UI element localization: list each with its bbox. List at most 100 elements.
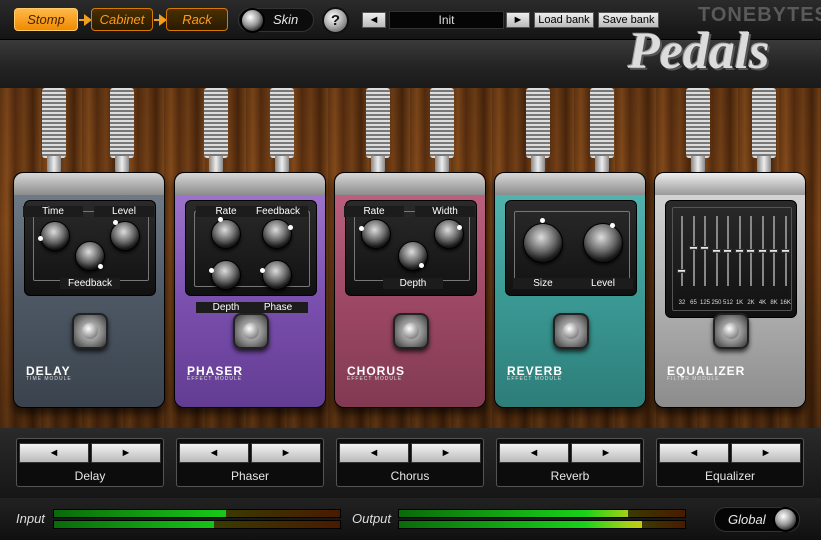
- eq-slider-thumb[interactable]: [780, 249, 790, 253]
- knob-label-width: Width: [415, 206, 475, 217]
- eq-slider-thumb[interactable]: [734, 249, 744, 253]
- pedal-subtitle: EFFECT MODULE: [187, 376, 243, 382]
- depth-knob[interactable]: [211, 260, 241, 290]
- knob-indicator: [98, 264, 103, 269]
- knob-label-feedback: Feedback: [60, 278, 120, 289]
- level-knob[interactable]: [583, 223, 623, 263]
- rate-knob[interactable]: [211, 219, 241, 249]
- global-label: Global: [728, 512, 766, 527]
- stomp-switch-chorus[interactable]: [393, 313, 429, 349]
- size-knob[interactable]: [523, 223, 563, 263]
- slot-next-button[interactable]: ►: [91, 443, 161, 463]
- level-knob[interactable]: [110, 221, 140, 251]
- help-button[interactable]: ?: [322, 7, 349, 34]
- output-label: Output: [352, 511, 392, 526]
- eq-slider-thumb[interactable]: [688, 245, 698, 250]
- width-knob[interactable]: [434, 219, 464, 249]
- slot-reverb: ◄ ► Reverb: [496, 438, 644, 487]
- phase-knob[interactable]: [262, 260, 292, 290]
- output-jack: [268, 88, 296, 174]
- rack-button[interactable]: Rack: [166, 8, 228, 31]
- product-logo: Pedals: [628, 23, 770, 80]
- eq-slider-thumb[interactable]: [677, 268, 686, 273]
- stomp-switch-delay[interactable]: [72, 313, 108, 349]
- global-knob[interactable]: [773, 507, 798, 532]
- cabinet-button[interactable]: Cabinet: [91, 8, 153, 31]
- control-panel: Rate Feedback Depth Phase: [185, 200, 317, 313]
- knob-indicator: [209, 268, 214, 273]
- knob-label-feedback: Feedback: [248, 206, 308, 217]
- input-label: Input: [16, 511, 45, 526]
- stomp-button[interactable]: Stomp: [14, 8, 78, 31]
- slot-next-button[interactable]: ►: [731, 443, 801, 463]
- knob-label-rate: Rate: [196, 206, 256, 217]
- eq-slider-track[interactable]: [704, 216, 706, 286]
- slot-chorus: ◄ ► Chorus: [336, 438, 484, 487]
- input-jack: [40, 88, 68, 174]
- meter-unlit: [642, 521, 685, 528]
- pedal-delay: Time Level Feedback DELAY TIME MODULE: [13, 172, 165, 408]
- pedal-subtitle: FILTER MODULE: [667, 376, 720, 382]
- slot-label: Chorus: [390, 469, 430, 483]
- slot-delay: ◄ ► Delay: [16, 438, 164, 487]
- meter-unlit: [214, 521, 340, 528]
- eq-slider-track[interactable]: [681, 216, 683, 286]
- stomp-switch-phaser[interactable]: [233, 313, 269, 349]
- load-bank-button[interactable]: Load bank: [534, 12, 594, 28]
- output-jack: [108, 88, 136, 174]
- slot-prev-button[interactable]: ◄: [19, 443, 89, 463]
- eq-slider-thumb[interactable]: [700, 245, 709, 250]
- eq-slider-thumb[interactable]: [746, 249, 755, 253]
- knob-indicator: [288, 225, 293, 230]
- knob-indicator: [540, 218, 545, 223]
- slot-prev-button[interactable]: ◄: [659, 443, 729, 463]
- eq-slider-thumb[interactable]: [769, 249, 778, 253]
- input-jack: [202, 88, 230, 174]
- slot-next-button[interactable]: ►: [411, 443, 481, 463]
- knob-label-size: Size: [513, 278, 573, 289]
- eq-slider-thumb[interactable]: [711, 249, 721, 253]
- output-jack: [588, 88, 616, 174]
- output-jack: [750, 88, 778, 174]
- slot-label: Delay: [74, 469, 106, 483]
- stomp-switch-reverb[interactable]: [553, 313, 589, 349]
- knob-indicator: [610, 223, 615, 228]
- knob-indicator: [38, 236, 43, 241]
- slot-prev-button[interactable]: ◄: [499, 443, 569, 463]
- input-jack: [364, 88, 392, 174]
- preset-next-button[interactable]: ►: [506, 12, 530, 28]
- rate-knob[interactable]: [361, 219, 391, 249]
- knob-label-level: Level: [573, 278, 633, 289]
- knob-indicator: [419, 263, 424, 268]
- slot-next-button[interactable]: ►: [571, 443, 641, 463]
- slot-prev-button[interactable]: ◄: [179, 443, 249, 463]
- time-knob[interactable]: [40, 221, 70, 251]
- meter-bar: [0, 498, 821, 540]
- pedal-phaser: Rate Feedback Depth Phase PHASER EFFECT …: [174, 172, 326, 408]
- pedal-top-band: [655, 173, 805, 195]
- control-panel: Rate Width Depth: [344, 200, 477, 296]
- slot-next-button[interactable]: ►: [251, 443, 321, 463]
- preset-prev-button[interactable]: ◄: [362, 12, 386, 28]
- stomp-switch-equalizer[interactable]: [713, 313, 749, 349]
- knob-label-level: Level: [94, 206, 154, 217]
- skin-knob[interactable]: [240, 8, 265, 33]
- feedback-knob[interactable]: [262, 219, 292, 249]
- pedal-subtitle: EFFECT MODULE: [347, 376, 403, 382]
- preset-name-display[interactable]: Init: [389, 11, 504, 29]
- meter-unlit: [627, 510, 685, 517]
- eq-slider-thumb[interactable]: [723, 249, 732, 253]
- pedal-top-band: [335, 173, 485, 195]
- slot-prev-button[interactable]: ◄: [339, 443, 409, 463]
- input-jack: [684, 88, 712, 174]
- eq-slider-thumb[interactable]: [757, 249, 767, 253]
- eq-slider-track[interactable]: [692, 216, 695, 286]
- slot-label: Equalizer: [704, 469, 756, 483]
- pedal-subtitle: TIME MODULE: [26, 376, 72, 382]
- slot-phaser: ◄ ► Phaser: [176, 438, 324, 487]
- knob-label-phase: Phase: [248, 302, 308, 313]
- control-panel: Size Level: [505, 200, 637, 296]
- knob-indicator: [359, 226, 364, 231]
- pedal-subtitle: EFFECT MODULE: [507, 376, 563, 382]
- pedal-top-band: [175, 173, 325, 195]
